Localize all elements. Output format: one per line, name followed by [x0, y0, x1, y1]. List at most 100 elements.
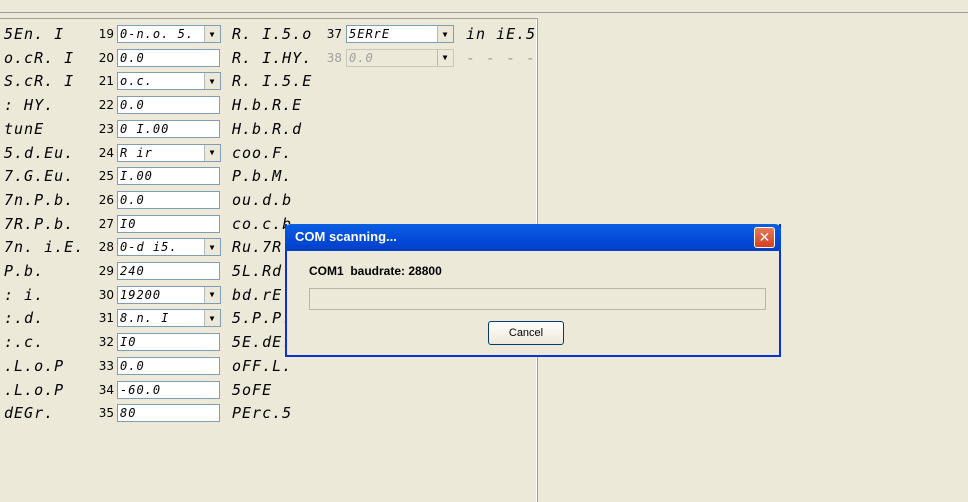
param-value: 5ERrE	[349, 27, 391, 41]
param-right-label: H.b.R.d	[232, 119, 303, 138]
top-menu-strip	[0, 0, 968, 13]
param-number: 33	[98, 358, 114, 373]
param-input[interactable]: 0 I.00	[117, 119, 220, 138]
param-value: I0	[120, 216, 137, 231]
param-right-label: - - - -	[466, 48, 537, 67]
param-number: 32	[98, 335, 114, 350]
param-input[interactable]: 0.0	[117, 356, 220, 375]
param-input[interactable]: I.00	[117, 167, 220, 186]
param-select[interactable]: 5ERrE ▼	[346, 25, 454, 43]
param-right-label: oFF.L.	[232, 356, 293, 375]
param-select[interactable]: 0-n.o. 5. ▼	[117, 25, 221, 43]
param-value: o.c.	[120, 74, 153, 89]
param-right-label: ou.d.b	[232, 190, 293, 209]
chevron-down-icon[interactable]: ▼	[437, 26, 453, 42]
param-value: 0.0	[120, 50, 145, 65]
param-value: 0 I.00	[120, 121, 170, 136]
param-right-label: H.b.R.E	[232, 96, 303, 115]
param-number: 28	[98, 240, 114, 255]
com-scanning-dialog: COM scanning... ✕ COM1 baudrate: 28800 C…	[285, 224, 781, 357]
chevron-down-icon[interactable]: ▼	[204, 144, 220, 161]
param-label: .L.o.P	[4, 356, 65, 375]
chevron-down-icon[interactable]: ▼	[204, 310, 220, 327]
param-select[interactable]: 0-d i5. ▼	[117, 238, 221, 257]
param-label: 5.d.Eu.	[4, 143, 75, 162]
param-value: I.00	[120, 169, 153, 184]
param-number: 20	[98, 50, 114, 65]
param-label: 5En. I	[4, 25, 65, 43]
chevron-down-icon[interactable]: ▼	[204, 286, 220, 303]
param-right-label: 5oFE	[232, 380, 273, 399]
param-number: 31	[98, 311, 114, 326]
chevron-down-icon[interactable]: ▼	[204, 73, 220, 90]
cancel-button[interactable]: Cancel	[488, 321, 564, 345]
param-label: 7n.P.b.	[4, 190, 75, 209]
param-select[interactable]: o.c. ▼	[117, 72, 221, 91]
param-number: 27	[98, 216, 114, 231]
param-input[interactable]: I0	[117, 214, 220, 233]
param-label: :.d.	[4, 309, 45, 328]
param-input[interactable]: 0.0	[117, 96, 220, 115]
param-input[interactable]: 0.0	[117, 48, 220, 67]
param-value: 80	[120, 406, 137, 421]
param-select[interactable]: 19200 ▼	[117, 285, 221, 304]
param-number: 35	[98, 406, 114, 421]
param-label: P.b.	[4, 262, 45, 280]
param-number: 34	[98, 382, 114, 397]
param-number: 24	[98, 145, 114, 160]
param-right-label: 5.P.P.	[232, 309, 293, 328]
scan-progress-bar	[309, 288, 766, 310]
scan-status: COM1 baudrate: 28800	[309, 264, 442, 278]
baudrate-label: baudrate:	[350, 264, 406, 278]
param-label: S.cR. I	[4, 72, 75, 91]
param-label: : HY.	[4, 96, 55, 115]
param-right-label: in iE.5	[466, 25, 537, 43]
param-right-label: coo.F.	[232, 143, 293, 162]
param-label: : i.	[4, 285, 45, 304]
param-value: R ir	[120, 145, 153, 160]
param-input[interactable]: I0	[117, 333, 220, 352]
param-select[interactable]: 8.n. I ▼	[117, 309, 221, 328]
close-icon[interactable]: ✕	[754, 227, 775, 248]
param-value: 0.0	[120, 358, 145, 373]
param-right-label: R. I.HY.	[232, 48, 313, 67]
param-value: -60.0	[120, 382, 162, 397]
param-value: 0.0	[120, 98, 145, 113]
param-select[interactable]: R ir ▼	[117, 143, 221, 162]
param-number: 21	[98, 74, 114, 89]
param-input[interactable]: 240	[117, 262, 220, 280]
param-label: dEGr.	[4, 404, 55, 423]
param-right-label: P.b.M.	[232, 167, 293, 186]
param-number: 37	[326, 27, 342, 41]
param-value: I0	[120, 335, 137, 350]
param-number: 23	[98, 121, 114, 136]
param-number: 25	[98, 169, 114, 184]
param-input[interactable]: 0.0	[117, 190, 220, 209]
param-select: 0.0 ▼	[346, 48, 454, 67]
param-number: 29	[98, 264, 114, 278]
param-right-label: 5E.dE.	[232, 333, 293, 352]
dialog-titlebar[interactable]: COM scanning... ✕	[285, 224, 781, 251]
param-right-label: 5L.Rd	[232, 262, 283, 280]
param-right-label: co.c.b	[232, 214, 293, 233]
param-label: 7.G.Eu.	[4, 167, 75, 186]
param-right-label: bd.rE	[232, 285, 283, 304]
param-label: 7R.P.b.	[4, 214, 75, 233]
chevron-down-icon[interactable]: ▼	[204, 26, 220, 42]
param-right-label: Ru.7R	[232, 238, 283, 257]
param-value: 0.0	[349, 50, 374, 65]
param-input[interactable]: 80	[117, 404, 220, 423]
param-number: 19	[98, 27, 114, 41]
baudrate-value: 28800	[408, 264, 442, 278]
param-right-label: PErc.5	[232, 404, 293, 423]
param-label: 7n. i.E.	[4, 238, 84, 257]
param-number: 26	[98, 192, 114, 207]
chevron-down-icon[interactable]: ▼	[204, 239, 220, 256]
param-number: 22	[98, 98, 114, 113]
param-right-label: R. I.5.o	[232, 25, 313, 43]
param-input[interactable]: -60.0	[117, 380, 220, 399]
chevron-down-icon: ▼	[437, 49, 453, 66]
param-number: 38	[326, 50, 342, 65]
param-value: 0-n.o. 5.	[120, 27, 195, 41]
param-value: 8.n. I	[120, 311, 170, 326]
